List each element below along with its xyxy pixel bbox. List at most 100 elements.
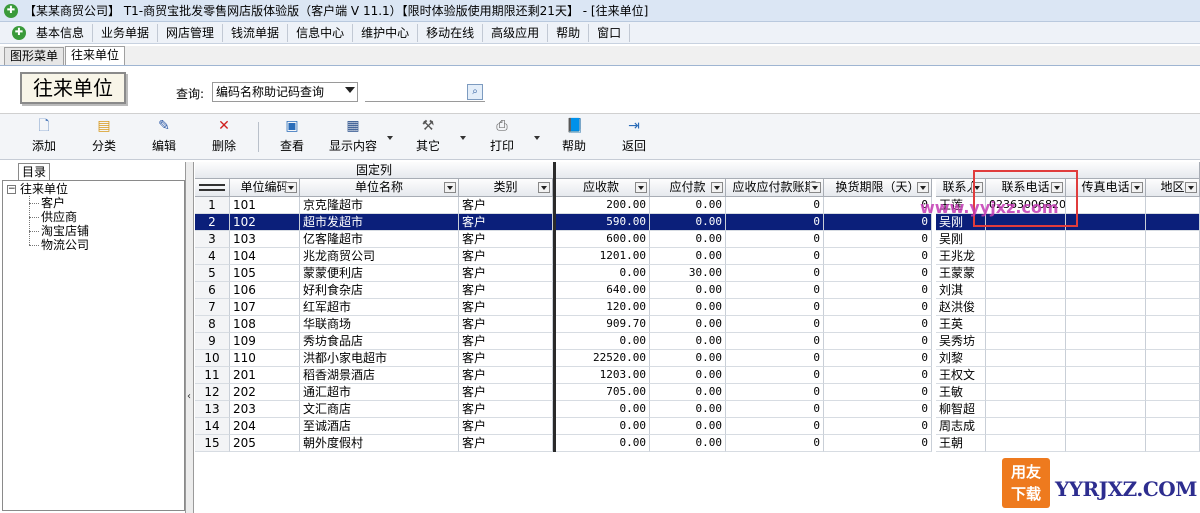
cell-fax[interactable] — [1066, 214, 1146, 231]
column-filter-icon[interactable] — [1131, 182, 1143, 193]
column-filter-icon[interactable] — [635, 182, 647, 193]
cell-contact[interactable]: 王朝 — [936, 435, 986, 452]
cell-fax[interactable] — [1066, 248, 1146, 265]
cell-code[interactable]: 205 — [230, 435, 300, 452]
cell-contact[interactable]: 王权文 — [936, 367, 986, 384]
cell-contact[interactable]: 王敏 — [936, 384, 986, 401]
cell-type[interactable]: 客户 — [459, 384, 553, 401]
cell-name[interactable]: 超市发超市 — [300, 214, 459, 231]
cell-ar[interactable]: 0.00 — [553, 401, 650, 418]
cell-term[interactable]: 0 — [726, 214, 824, 231]
cell-code[interactable]: 108 — [230, 316, 300, 333]
cell-fax[interactable] — [1066, 316, 1146, 333]
cell-contact[interactable]: 刘黎 — [936, 350, 986, 367]
column-filter-icon[interactable] — [917, 182, 929, 193]
cell-term[interactable]: 0 — [726, 265, 824, 282]
col-header-exchange[interactable]: 换货期限（天） — [824, 179, 932, 197]
col-header-code[interactable]: 单位编码 — [230, 179, 300, 197]
cell-term[interactable]: 0 — [726, 197, 824, 214]
cell-name[interactable]: 京克隆超市 — [300, 197, 459, 214]
col-header-type[interactable]: 类别 — [459, 179, 553, 197]
cell-ar[interactable]: 590.00 — [553, 214, 650, 231]
cell-contact[interactable]: 吴秀坊 — [936, 333, 986, 350]
delete-button[interactable]: ✕ 删除 — [206, 118, 242, 156]
cell-phone[interactable] — [986, 418, 1066, 435]
collapse-icon[interactable]: − — [7, 185, 16, 194]
cell-fax[interactable] — [1066, 418, 1146, 435]
tree-node-logistics[interactable]: 物流公司 — [41, 238, 89, 252]
cell-type[interactable]: 客户 — [459, 350, 553, 367]
cell-ar[interactable]: 0.00 — [553, 418, 650, 435]
cell-area[interactable] — [1146, 248, 1200, 265]
tree-node-root[interactable]: 往来单位 — [20, 182, 68, 196]
cell-fax[interactable] — [1066, 384, 1146, 401]
cell-name[interactable]: 文汇商店 — [300, 401, 459, 418]
menu-maintenance[interactable]: 维护中心 — [353, 23, 419, 42]
cell-ap[interactable]: 0.00 — [650, 435, 726, 452]
cell-code[interactable]: 105 — [230, 265, 300, 282]
cell-ar[interactable]: 0.00 — [553, 435, 650, 452]
cell-name[interactable]: 好利食杂店 — [300, 282, 459, 299]
category-button[interactable]: ▤ 分类 — [86, 118, 122, 156]
cell-area[interactable] — [1146, 282, 1200, 299]
cell-ar[interactable]: 1201.00 — [553, 248, 650, 265]
cell-area[interactable] — [1146, 418, 1200, 435]
tree-node-supplier[interactable]: 供应商 — [41, 210, 77, 224]
back-button[interactable]: ⇥ 返回 — [616, 118, 652, 156]
row-number[interactable]: 1 — [195, 197, 230, 214]
cell-phone[interactable] — [986, 316, 1066, 333]
cell-exch[interactable]: 0 — [824, 350, 932, 367]
cell-type[interactable]: 客户 — [459, 282, 553, 299]
cell-type[interactable]: 客户 — [459, 231, 553, 248]
cell-code[interactable]: 204 — [230, 418, 300, 435]
print-button[interactable]: ⎙ 打印 — [484, 118, 520, 156]
cell-type[interactable]: 客户 — [459, 316, 553, 333]
cell-area[interactable] — [1146, 367, 1200, 384]
cell-ap[interactable]: 0.00 — [650, 350, 726, 367]
cell-fax[interactable] — [1066, 265, 1146, 282]
cell-name[interactable]: 至诚酒店 — [300, 418, 459, 435]
cell-contact[interactable]: 王兆龙 — [936, 248, 986, 265]
cell-code[interactable]: 102 — [230, 214, 300, 231]
search-icon[interactable]: ⌕ — [467, 84, 483, 100]
cell-ap[interactable]: 0.00 — [650, 367, 726, 384]
cell-term[interactable]: 0 — [726, 435, 824, 452]
cell-name[interactable]: 朝外度假村 — [300, 435, 459, 452]
cell-area[interactable] — [1146, 265, 1200, 282]
cell-area[interactable] — [1146, 299, 1200, 316]
column-filter-icon[interactable] — [538, 182, 550, 193]
tree-node-taobao-store[interactable]: 淘宝店铺 — [41, 224, 89, 238]
cell-contact[interactable]: 柳智超 — [936, 401, 986, 418]
cell-ap[interactable]: 0.00 — [650, 384, 726, 401]
cell-term[interactable]: 0 — [726, 384, 824, 401]
cell-type[interactable]: 客户 — [459, 333, 553, 350]
row-number[interactable]: 6 — [195, 282, 230, 299]
cell-code[interactable]: 110 — [230, 350, 300, 367]
cell-exch[interactable]: 0 — [824, 367, 932, 384]
cell-fax[interactable] — [1066, 197, 1146, 214]
cell-contact[interactable]: 赵洪俊 — [936, 299, 986, 316]
row-number[interactable]: 11 — [195, 367, 230, 384]
col-header-fax[interactable]: 传真电话 — [1066, 179, 1146, 197]
menu-info-center[interactable]: 信息中心 — [288, 23, 354, 42]
cell-term[interactable]: 0 — [726, 282, 824, 299]
tab-partners[interactable]: 往来单位 — [65, 46, 126, 65]
row-number[interactable]: 8 — [195, 316, 230, 333]
other-dropdown-icon[interactable] — [460, 136, 466, 140]
cell-exch[interactable]: 0 — [824, 214, 932, 231]
cell-phone[interactable] — [986, 401, 1066, 418]
cell-name[interactable]: 华联商场 — [300, 316, 459, 333]
cell-area[interactable] — [1146, 231, 1200, 248]
cell-contact[interactable]: 吴刚 — [936, 231, 986, 248]
cell-code[interactable]: 103 — [230, 231, 300, 248]
row-number[interactable]: 2 — [195, 214, 230, 231]
cell-area[interactable] — [1146, 384, 1200, 401]
cell-phone[interactable] — [986, 248, 1066, 265]
cell-exch[interactable]: 0 — [824, 384, 932, 401]
row-number[interactable]: 3 — [195, 231, 230, 248]
cell-name[interactable]: 洪都小家电超市 — [300, 350, 459, 367]
cell-exch[interactable]: 0 — [824, 197, 932, 214]
cell-code[interactable]: 109 — [230, 333, 300, 350]
menu-cash-docs[interactable]: 钱流单据 — [223, 23, 289, 42]
column-filter-icon[interactable] — [1185, 182, 1197, 193]
